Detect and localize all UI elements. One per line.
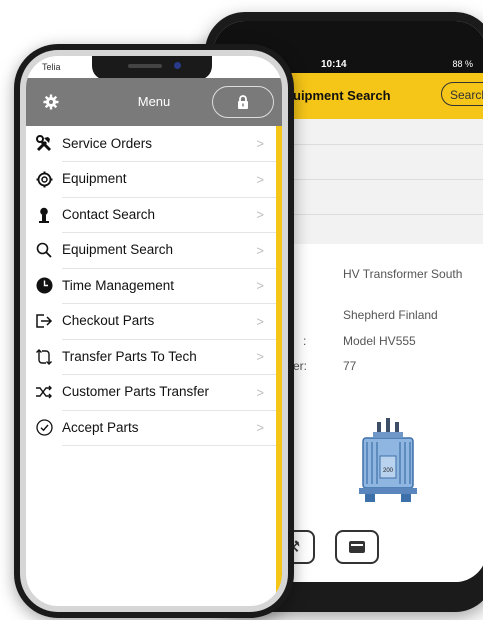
search-icon [26, 242, 62, 258]
chevron-right-icon: > [256, 136, 264, 151]
checkout-icon [26, 313, 62, 329]
phone-notch [92, 56, 212, 80]
chevron-right-icon: > [256, 313, 264, 329]
person-icon [26, 207, 62, 223]
card-button[interactable] [335, 530, 379, 564]
lock-icon [238, 95, 248, 109]
chevron-right-icon: > [256, 278, 264, 293]
page-title: uipment Search [293, 88, 391, 103]
carrier-name: Telia [42, 62, 61, 72]
status-time: 10:14 [321, 59, 347, 70]
shuffle-icon [26, 385, 62, 399]
battery-level: 88 % [452, 59, 473, 69]
tools-icon [26, 134, 62, 153]
chevron-right-icon: > [256, 171, 264, 187]
menu-item-accept-parts[interactable]: Accept Parts > [26, 410, 282, 446]
menu-item-label: Time Management [62, 268, 282, 304]
menu-item-label: Equipment [62, 161, 282, 198]
chevron-right-icon: > [256, 207, 264, 222]
equipment-model: Model HV555 [343, 334, 416, 348]
menu-item-label: Contact Search [62, 197, 282, 233]
search-button[interactable]: Search [441, 82, 483, 106]
check-circle-icon [26, 419, 62, 436]
transformer-rating: 200 [383, 468, 394, 474]
chevron-right-icon: > [256, 384, 264, 400]
speaker-grille [128, 64, 162, 68]
menu-item-label: Accept Parts [62, 410, 282, 446]
equipment-number: 77 [343, 359, 357, 373]
chevron-right-icon: > [256, 349, 264, 364]
card-icon [349, 541, 365, 553]
menu-header: Menu [26, 78, 282, 126]
menu-item-equipment[interactable]: Equipment > [26, 162, 282, 198]
clock-icon [26, 277, 62, 294]
menu-item-label: Equipment Search [62, 232, 282, 269]
menu-screen: Telia Menu Service Orders > Equipment > … [26, 56, 282, 606]
chevron-right-icon: > [256, 242, 264, 258]
number-label: er: [293, 359, 308, 373]
gear-outline-icon [26, 171, 62, 188]
menu-list: Service Orders > Equipment > Contact Sea… [26, 126, 282, 446]
equipment-name: HV Transformer South [343, 267, 463, 281]
menu-item-label: Service Orders [62, 126, 282, 162]
transformer-image: 200 [359, 418, 417, 502]
chevron-right-icon: > [256, 420, 264, 435]
model-label: : [303, 334, 307, 348]
menu-item-customer-parts-transfer[interactable]: Customer Parts Transfer > [26, 375, 282, 411]
front-phone: Telia Menu Service Orders > Equipment > … [14, 44, 294, 618]
camera-dot [174, 62, 181, 69]
menu-item-checkout-parts[interactable]: Checkout Parts > [26, 304, 282, 340]
menu-item-time-management[interactable]: Time Management > [26, 268, 282, 304]
menu-item-label: Transfer Parts To Tech [62, 339, 282, 375]
menu-item-contact-search[interactable]: Contact Search > [26, 197, 282, 233]
menu-item-label: Customer Parts Transfer [62, 374, 282, 411]
menu-item-label: Checkout Parts [62, 303, 282, 340]
menu-item-equipment-search[interactable]: Equipment Search > [26, 233, 282, 269]
transfer-icon [26, 348, 62, 366]
background-app-edge [276, 126, 282, 596]
menu-item-transfer-parts-to-tech[interactable]: Transfer Parts To Tech > [26, 339, 282, 375]
lock-button[interactable] [212, 86, 274, 118]
equipment-company: Shepherd Finland [343, 308, 438, 322]
menu-item-service-orders[interactable]: Service Orders > [26, 126, 282, 162]
